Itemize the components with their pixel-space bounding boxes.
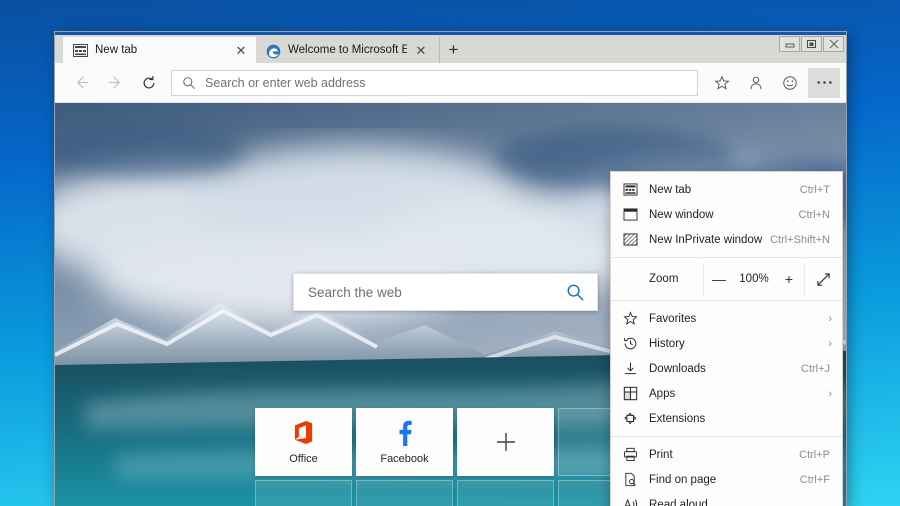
menu-item-shortcut: Ctrl+P bbox=[799, 449, 832, 461]
menu-item-label: Find on page bbox=[649, 474, 800, 486]
menu-item-new-inprivate-window[interactable]: New InPrivate window Ctrl+Shift+N bbox=[611, 227, 842, 252]
address-bar-placeholder: Search or enter web address bbox=[205, 76, 366, 90]
zoom-in-button[interactable]: + bbox=[774, 263, 804, 295]
menu-item-new-tab[interactable]: New tab Ctrl+T bbox=[611, 177, 842, 202]
menu-separator bbox=[611, 257, 842, 258]
web-search-placeholder: Search the web bbox=[308, 285, 566, 300]
new-tab-button[interactable]: + bbox=[439, 37, 467, 63]
menu-item-label: Apps bbox=[649, 388, 820, 400]
zoom-controls: — 100% + bbox=[703, 263, 804, 295]
menu-separator bbox=[611, 300, 842, 301]
tile-label: Facebook bbox=[380, 453, 428, 465]
tile-empty[interactable] bbox=[457, 480, 554, 506]
tab-title: New tab bbox=[95, 44, 227, 56]
refresh-icon[interactable] bbox=[133, 68, 165, 98]
minimize-button[interactable] bbox=[779, 36, 800, 52]
menu-separator bbox=[611, 436, 842, 437]
find-page-icon bbox=[623, 472, 649, 487]
menu-item-print[interactable]: Print Ctrl+P bbox=[611, 442, 842, 467]
menu-item-label: New InPrivate window bbox=[649, 234, 770, 246]
favorites-star-icon[interactable] bbox=[706, 68, 738, 98]
menu-item-label: Read aloud bbox=[649, 499, 832, 506]
menu-item-label: History bbox=[649, 338, 820, 350]
menu-item-extensions[interactable]: Extensions bbox=[611, 406, 842, 431]
menu-item-label: New tab bbox=[649, 184, 800, 196]
tab-welcome-edge[interactable]: Welcome to Microsoft Edge Can ✕ bbox=[256, 37, 436, 63]
printer-icon bbox=[623, 447, 649, 462]
search-icon bbox=[182, 76, 196, 90]
tab-close-button[interactable]: ✕ bbox=[414, 44, 428, 57]
read-aloud-icon bbox=[623, 497, 649, 506]
tile-facebook[interactable]: Facebook bbox=[356, 408, 453, 476]
menu-item-shortcut: Ctrl+F bbox=[800, 474, 832, 486]
menu-item-downloads[interactable]: Downloads Ctrl+J bbox=[611, 356, 842, 381]
web-search-box[interactable]: Search the web bbox=[293, 273, 598, 311]
office-logo-icon bbox=[292, 420, 315, 446]
settings-and-more-menu: New tab Ctrl+T New window Ctrl+N New InP… bbox=[610, 171, 843, 506]
tab-new-tab[interactable]: New tab ✕ bbox=[63, 37, 256, 63]
tile-empty[interactable] bbox=[255, 480, 352, 506]
zoom-out-button[interactable]: — bbox=[704, 263, 734, 295]
zoom-value: 100% bbox=[734, 273, 774, 285]
menu-item-label: Extensions bbox=[649, 413, 820, 425]
search-icon[interactable] bbox=[566, 283, 585, 302]
download-icon bbox=[623, 361, 649, 376]
new-window-icon bbox=[623, 208, 649, 221]
plus-icon bbox=[495, 429, 517, 455]
settings-and-more-button[interactable] bbox=[808, 68, 840, 98]
tab-title: Welcome to Microsoft Edge Can bbox=[288, 44, 407, 56]
menu-item-shortcut: Ctrl+Shift+N bbox=[770, 234, 832, 246]
star-icon bbox=[623, 311, 649, 326]
menu-item-read-aloud[interactable]: Read aloud bbox=[611, 492, 842, 506]
menu-item-label: Downloads bbox=[649, 363, 801, 375]
new-tab-icon bbox=[623, 183, 649, 196]
menu-item-new-window[interactable]: New window Ctrl+N bbox=[611, 202, 842, 227]
tile-add-site[interactable] bbox=[457, 408, 554, 476]
chevron-right-icon: › bbox=[820, 313, 832, 325]
menu-item-shortcut: Ctrl+J bbox=[801, 363, 832, 375]
newtab-page-icon bbox=[73, 44, 88, 57]
menu-item-label: Print bbox=[649, 449, 799, 461]
menu-item-label: Favorites bbox=[649, 313, 820, 325]
menu-item-label: New window bbox=[649, 209, 799, 221]
apps-grid-icon bbox=[623, 386, 649, 401]
new-tab-page: Search the web Office bbox=[55, 103, 846, 506]
restore-button[interactable] bbox=[801, 36, 822, 52]
history-icon bbox=[623, 336, 649, 351]
forward-icon[interactable] bbox=[99, 68, 131, 98]
menu-zoom-row: Zoom — 100% + bbox=[611, 263, 842, 295]
tile-empty[interactable] bbox=[356, 480, 453, 506]
close-button[interactable] bbox=[823, 36, 844, 52]
tile-label: Office bbox=[289, 453, 318, 465]
fullscreen-icon[interactable] bbox=[804, 263, 842, 295]
profile-icon[interactable] bbox=[740, 68, 772, 98]
chevron-right-icon: › bbox=[820, 388, 832, 400]
menu-item-favorites[interactable]: Favorites › bbox=[611, 306, 842, 331]
edge-logo-icon bbox=[266, 44, 281, 57]
inprivate-icon bbox=[623, 233, 649, 246]
chevron-right-icon: › bbox=[820, 338, 832, 350]
browser-toolbar: Search or enter web address bbox=[55, 63, 846, 103]
feedback-smiley-icon[interactable] bbox=[774, 68, 806, 98]
facebook-logo-icon bbox=[396, 420, 413, 446]
window-controls bbox=[779, 36, 844, 52]
menu-item-shortcut: Ctrl+T bbox=[800, 184, 832, 196]
menu-item-history[interactable]: History › bbox=[611, 331, 842, 356]
browser-window: New tab ✕ Welcome to Microsoft Edge Can … bbox=[55, 32, 846, 506]
menu-item-apps[interactable]: Apps › bbox=[611, 381, 842, 406]
tile-office[interactable]: Office bbox=[255, 408, 352, 476]
menu-item-shortcut: Ctrl+N bbox=[799, 209, 832, 221]
zoom-label: Zoom bbox=[611, 263, 703, 295]
puzzle-piece-icon bbox=[623, 411, 649, 426]
tab-strip: New tab ✕ Welcome to Microsoft Edge Can … bbox=[55, 35, 846, 63]
address-bar[interactable]: Search or enter web address bbox=[171, 70, 698, 96]
tab-close-button[interactable]: ✕ bbox=[234, 44, 248, 57]
web-search-container: Search the web bbox=[293, 273, 598, 311]
top-sites-tiles: Office Facebook bbox=[255, 408, 655, 506]
back-icon[interactable] bbox=[65, 68, 97, 98]
menu-item-find-on-page[interactable]: Find on page Ctrl+F bbox=[611, 467, 842, 492]
